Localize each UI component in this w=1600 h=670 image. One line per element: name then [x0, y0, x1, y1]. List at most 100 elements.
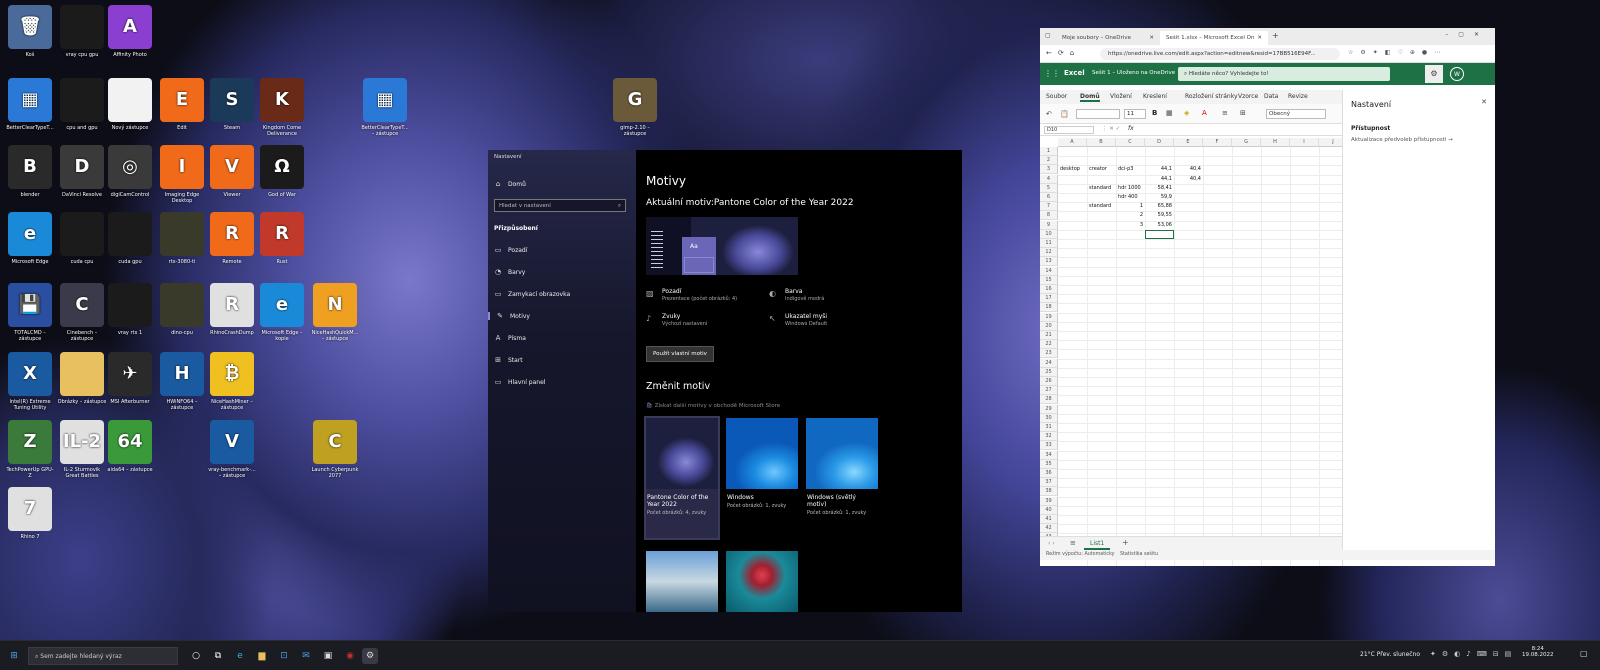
notifications-icon[interactable]: ▢ [1580, 649, 1588, 658]
column-header[interactable]: D [1145, 138, 1174, 147]
ribbon-tab[interactable]: Soubor [1046, 93, 1067, 100]
task-view-icon[interactable]: ⧉ [210, 648, 226, 664]
row-header[interactable]: 32 [1040, 432, 1058, 442]
excel-search[interactable]: ⌕ Hledáte něco? Vyhledejte to! [1178, 67, 1390, 81]
close-icon[interactable]: ✕ [1481, 98, 1487, 106]
row-header[interactable]: 22 [1040, 340, 1058, 350]
bold-icon[interactable]: B [1152, 109, 1157, 117]
row-header[interactable]: 38 [1040, 487, 1058, 497]
column-header[interactable]: F [1203, 138, 1232, 147]
desktop-icon[interactable]: V Viewer [207, 145, 257, 198]
photos-icon[interactable]: ▣ [320, 648, 336, 664]
row-header[interactable]: 1 [1040, 147, 1058, 156]
settings-search[interactable]: Hledat v nastavení ⌕ [494, 199, 626, 212]
row-header[interactable]: 42 [1040, 524, 1058, 534]
use-custom-theme-button[interactable]: Použít vlastní motiv [646, 346, 714, 362]
desktop-icon[interactable]: vray cpu gpu [57, 5, 107, 58]
row-header[interactable]: 17 [1040, 294, 1058, 304]
row-header[interactable]: 26 [1040, 377, 1058, 386]
row-header[interactable]: 19 [1040, 312, 1058, 322]
edge-icon[interactable]: e [232, 648, 248, 664]
theme-card[interactable]: Pantone Color of the Year 2022 Počet obrá… [644, 416, 720, 540]
row-header[interactable]: 2 [1040, 156, 1058, 166]
desktop-icon[interactable]: IL-2 IL-2 Sturmovik Great Battles [57, 420, 107, 479]
row-header[interactable]: 3 [1040, 165, 1058, 175]
desktop-icon[interactable]: ▦ BetterClearTypeT... – zástupce [360, 78, 410, 137]
row-header[interactable]: 21 [1040, 331, 1058, 340]
tab-onedrive[interactable]: Moje soubory – OneDrive ✕ [1056, 31, 1160, 45]
store-icon[interactable]: ⊡ [276, 648, 292, 664]
theme-card[interactable]: Windows Počet obrázků: 1, zvuky [726, 418, 798, 538]
desktop-icon[interactable]: A Affinity Photo [105, 5, 155, 58]
row-header[interactable]: 30 [1040, 413, 1058, 423]
ribbon-tab[interactable]: Vzorce [1238, 93, 1258, 100]
row-header[interactable]: 33 [1040, 441, 1058, 451]
cell[interactable]: 44,1 [1145, 165, 1174, 174]
desktop-icon[interactable]: ◎ digiCamControl [105, 145, 155, 198]
ribbon-tab[interactable]: Revize [1288, 93, 1308, 100]
desktop-icon[interactable]: S Steam [207, 78, 257, 131]
desktop-icon[interactable]: N NiceHashQuickM... – zástupce [310, 283, 360, 342]
row-header[interactable]: 37 [1040, 478, 1058, 488]
theme-setting-tile[interactable]: ▨ Pozadí Prezentace (počet obrázků: 4) [646, 288, 737, 302]
name-box[interactable]: D10 [1044, 126, 1094, 134]
number-format-field[interactable]: Obecný [1266, 109, 1326, 119]
row-header[interactable]: 25 [1040, 367, 1058, 377]
row-header[interactable]: 24 [1040, 358, 1058, 368]
store-link[interactable]: 🛍 Získat další motivy v obchodě Microsof… [646, 403, 780, 409]
borders-icon[interactable]: ▦ [1166, 109, 1173, 117]
cell[interactable]: 2 [1116, 211, 1145, 220]
font-size-field[interactable]: 11 [1124, 109, 1146, 119]
sheet-list-icon[interactable]: ≡ [1070, 539, 1076, 547]
cell[interactable]: hdr 1000 [1116, 184, 1145, 193]
nav-home[interactable]: ⌂ Domů [494, 180, 526, 188]
row-header[interactable]: 11 [1040, 239, 1058, 248]
align-icon[interactable]: ≡ [1222, 109, 1228, 117]
cell[interactable]: standard [1087, 202, 1116, 211]
cell[interactable]: 40,4 [1174, 165, 1203, 174]
app-launcher-icon[interactable]: ⋮⋮ [1044, 69, 1060, 78]
cell[interactable]: 59,9 [1145, 193, 1174, 202]
row-header[interactable]: 41 [1040, 515, 1058, 524]
column-header[interactable]: C [1116, 138, 1145, 147]
row-header[interactable]: 4 [1040, 174, 1058, 184]
column-header[interactable]: H [1261, 138, 1290, 147]
clock[interactable]: 8:24 19.08.2022 [1522, 646, 1554, 658]
nav-item[interactable]: ▭ Zamykací obrazovka [494, 290, 570, 298]
app-name[interactable]: Excel [1064, 69, 1085, 77]
desktop-icon[interactable]: 64 aida64 – zástupce [105, 420, 155, 473]
row-header[interactable]: 9 [1040, 220, 1058, 230]
desktop-icon[interactable]: E Edit [157, 78, 207, 131]
cell[interactable]: 58,41 [1145, 184, 1174, 193]
ribbon-tab[interactable]: Kreslení [1143, 93, 1167, 100]
paste-icon[interactable]: 📋 [1060, 110, 1069, 118]
row-header[interactable]: 40 [1040, 505, 1058, 515]
cell[interactable]: desktop [1058, 165, 1087, 174]
desktop-icon[interactable]: cuda gpu [105, 212, 155, 265]
desktop-icon[interactable]: dino-cpu [157, 283, 207, 336]
desktop-icon[interactable]: Bblender [5, 145, 55, 198]
cell[interactable]: standard [1087, 184, 1116, 193]
desktop-icon[interactable]: R RhinoCrashDump [207, 283, 257, 336]
cell[interactable]: 53,06 [1145, 221, 1174, 230]
row-header[interactable]: 14 [1040, 266, 1058, 276]
desktop-icon[interactable]: Vvray-benchmark-... – zástupce [207, 420, 257, 479]
cell[interactable]: 65,88 [1145, 202, 1174, 211]
desktop-icon[interactable]: R Remote [207, 212, 257, 265]
cell[interactable]: 3 [1116, 221, 1145, 230]
desktop-icon[interactable]: ₿ NiceHashMiner – zástupce [207, 352, 257, 411]
weather-widget[interactable]: 21°C Přev. slunečno [1360, 651, 1420, 658]
ribbon-tab[interactable]: Vložení [1110, 93, 1132, 100]
url-field[interactable]: https://onedrive.live.com/edit.aspx?acti… [1100, 48, 1340, 60]
workbook-stats[interactable]: Statistika sešitu [1120, 552, 1158, 557]
desktop-icon[interactable]: Nový zástupce [105, 78, 155, 131]
taskbar-search[interactable]: ⌕ Sem zadejte hledaný výraz [28, 647, 178, 665]
row-header[interactable]: 29 [1040, 404, 1058, 414]
column-header[interactable]: E [1174, 138, 1203, 147]
nav-buttons-icon[interactable]: ←⟳⌂ [1046, 49, 1080, 57]
sheet-nav-icon[interactable]: ‹ › [1048, 540, 1055, 547]
row-header[interactable]: 20 [1040, 321, 1058, 331]
sheet-tab-list1[interactable]: List1 [1084, 539, 1111, 550]
row-header[interactable]: 15 [1040, 275, 1058, 285]
desktop-icon[interactable]: R Rust [257, 212, 307, 265]
